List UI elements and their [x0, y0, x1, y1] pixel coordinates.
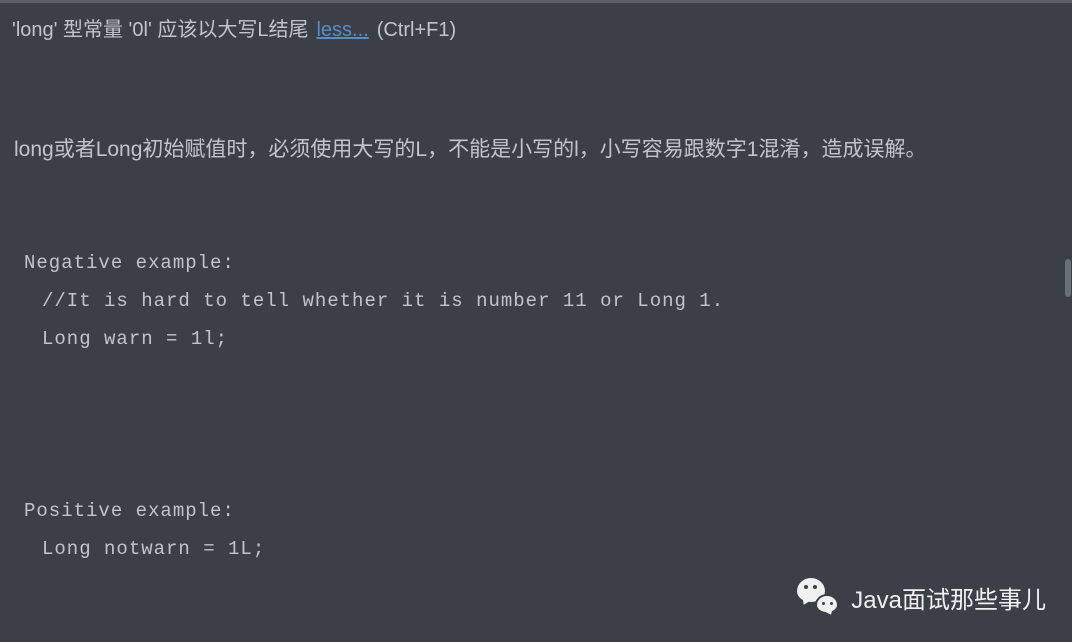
tooltip-header: 'long' 型常量 '0l' 应该以大写L结尾 less... (Ctrl+F… — [12, 13, 1060, 42]
positive-example-title: Positive example: — [24, 492, 1060, 530]
negative-example-section: Negative example: //It is hard to tell w… — [24, 244, 1060, 358]
less-link[interactable]: less... — [316, 19, 368, 42]
watermark-text: Java面试那些事儿 — [851, 580, 1046, 615]
negative-example-title: Negative example: — [24, 244, 1060, 282]
inspection-tooltip-panel: 'long' 型常量 '0l' 应该以大写L结尾 less... (Ctrl+F… — [0, 3, 1072, 578]
watermark: Java面试那些事儿 — [797, 578, 1046, 616]
scrollbar-thumb[interactable] — [1065, 259, 1071, 297]
positive-example-code: Long notwarn = 1L; — [42, 530, 1060, 568]
wechat-icon — [797, 578, 839, 616]
negative-example-code: Long warn = 1l; — [42, 320, 1060, 358]
positive-example-section: Positive example: Long notwarn = 1L; — [24, 492, 1060, 568]
inspection-warning-message: 'long' 型常量 '0l' 应该以大写L结尾 — [12, 13, 308, 42]
inspection-description: long或者Long初始赋值时，必须使用大写的L，不能是小写的l，小写容易跟数字… — [14, 134, 1060, 166]
keyboard-shortcut: (Ctrl+F1) — [377, 19, 456, 42]
negative-example-comment: //It is hard to tell whether it is numbe… — [42, 282, 1060, 320]
